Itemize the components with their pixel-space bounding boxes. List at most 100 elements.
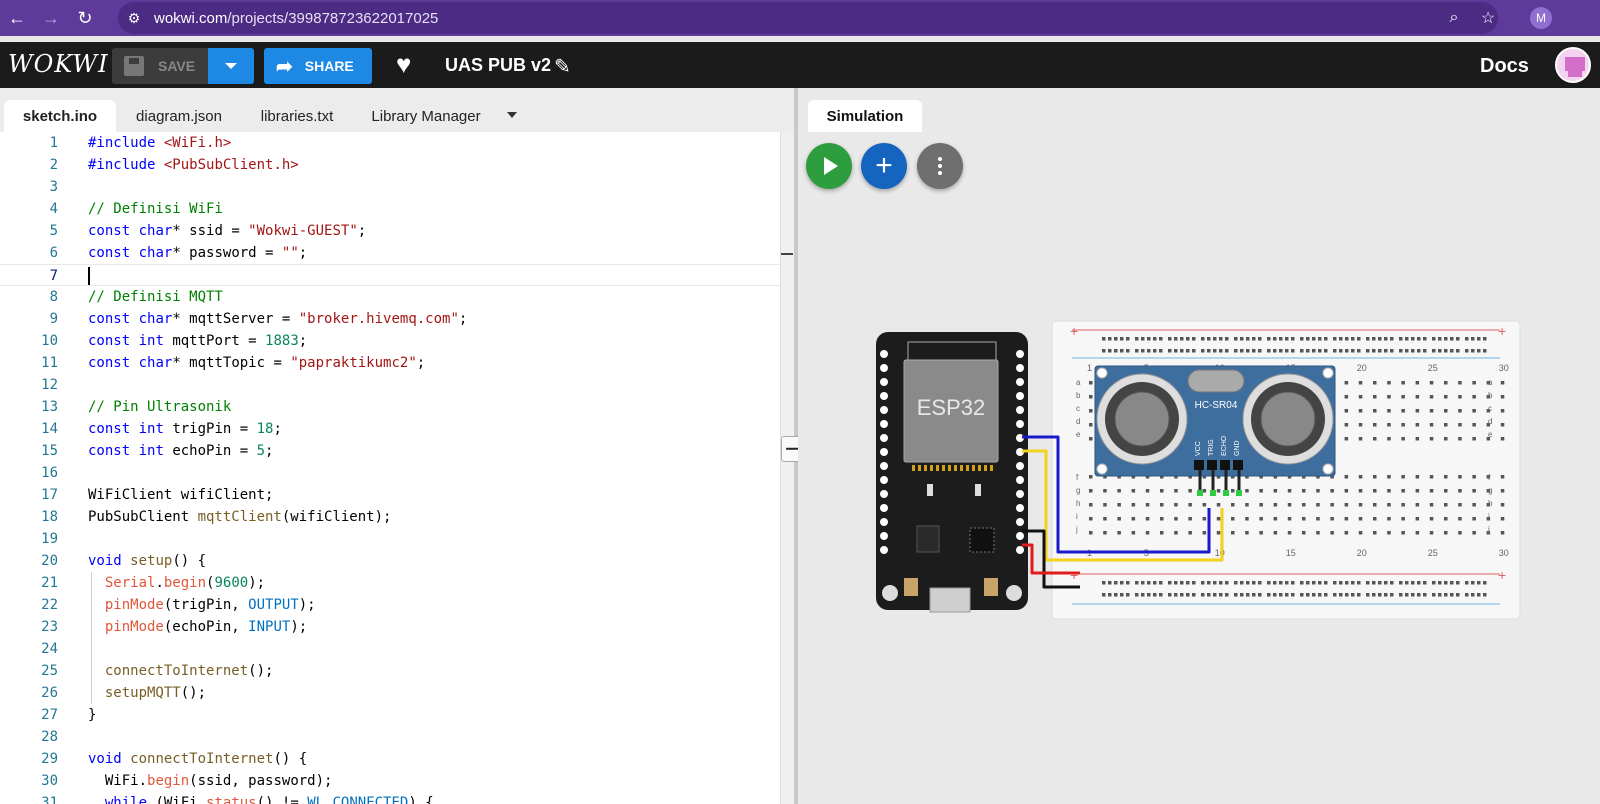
breadboard-hole bbox=[1153, 349, 1157, 353]
code-text[interactable]: WiFi.begin(ssid, password); bbox=[88, 770, 333, 792]
breadboard-hole bbox=[1145, 531, 1150, 535]
code-text[interactable]: while (WiFi.status() != WL_CONNECTED) { bbox=[88, 792, 434, 804]
project-title[interactable]: UAS PUB v2 bbox=[445, 55, 551, 76]
breadboard-hole bbox=[1415, 437, 1420, 441]
code-text[interactable]: pinMode(trigPin, OUTPUT); bbox=[88, 594, 316, 616]
hc-sr04-sensor[interactable]: HC-SR04 VCC TRIG ECHO GND bbox=[1094, 365, 1336, 496]
code-line[interactable]: 1 #include <WiFi.h> bbox=[0, 132, 794, 154]
forward-icon[interactable]: → bbox=[34, 0, 68, 36]
header-pin bbox=[1016, 490, 1024, 498]
code-text[interactable]: void connectToInternet() { bbox=[88, 748, 307, 770]
tabs-menu-chevron-icon[interactable] bbox=[507, 112, 517, 118]
code-line[interactable]: 9 const char* mqttServer = "broker.hivemq… bbox=[0, 308, 794, 330]
code-text[interactable]: // Pin Ultrasonik bbox=[88, 396, 231, 418]
code-text[interactable]: const int echoPin = 5; bbox=[88, 440, 273, 462]
code-line[interactable]: 26 setupMQTT(); bbox=[0, 682, 794, 704]
code-line[interactable]: 20 void setup() { bbox=[0, 550, 794, 572]
code-text[interactable]: setupMQTT(); bbox=[88, 682, 206, 704]
bookmark-star-icon[interactable]: ☆ bbox=[1472, 0, 1504, 36]
code-line[interactable]: 18 PubSubClient mqttClient(wifiClient); bbox=[0, 506, 794, 528]
code-line[interactable]: 4 // Definisi WiFi bbox=[0, 198, 794, 220]
heart-icon[interactable]: ♥ bbox=[396, 51, 411, 77]
line-number: 4 bbox=[49, 201, 58, 217]
code-line[interactable]: 24 bbox=[0, 638, 794, 660]
code-text[interactable]: const char* mqttServer = "broker.hivemq.… bbox=[88, 308, 467, 330]
tab-libraries-txt[interactable]: libraries.txt bbox=[246, 100, 348, 132]
code-editor[interactable]: 1 #include <WiFi.h> 2 #include <PubSubClien… bbox=[0, 132, 794, 804]
circuit-canvas[interactable]: ++++aabbccddeeffgghhiijj1155101015152020… bbox=[798, 88, 1600, 804]
code-line[interactable]: 25 connectToInternet(); bbox=[0, 660, 794, 682]
code-line[interactable]: 27} bbox=[0, 704, 794, 726]
address-bar[interactable]: ⚙ wokwi.com/projects/399878723622017025 bbox=[118, 2, 1498, 34]
code-text[interactable]: PubSubClient mqttClient(wifiClient); bbox=[88, 506, 391, 528]
tab-sketch-ino[interactable]: sketch.ino bbox=[4, 100, 116, 132]
code-text[interactable]: // Definisi WiFi bbox=[88, 198, 223, 220]
code-line[interactable]: 7 bbox=[0, 264, 794, 286]
esp32-board[interactable]: ESP32 bbox=[876, 332, 1028, 613]
code-line[interactable]: 8 // Definisi MQTT bbox=[0, 286, 794, 308]
header-pin bbox=[1016, 392, 1024, 400]
code-text[interactable]: #include <PubSubClient.h> bbox=[88, 154, 299, 176]
code-text[interactable]: Serial.begin(9600); bbox=[88, 572, 265, 594]
code-text[interactable]: pinMode(echoPin, INPUT); bbox=[88, 616, 307, 638]
wokwi-logo[interactable]: WOKWI bbox=[8, 50, 109, 78]
save-dropdown-button[interactable] bbox=[208, 48, 254, 84]
code-text[interactable]: const char* ssid = "Wokwi-GUEST"; bbox=[88, 220, 366, 242]
code-text[interactable]: const int trigPin = 18; bbox=[88, 418, 282, 440]
code-text[interactable]: const int mqttPort = 1883; bbox=[88, 330, 307, 352]
pencil-icon[interactable]: ✎ bbox=[554, 54, 571, 79]
code-line[interactable]: 3 bbox=[0, 176, 794, 198]
tab-diagram-json[interactable]: diagram.json bbox=[122, 100, 236, 132]
browser-profile-avatar[interactable]: M bbox=[1530, 7, 1552, 29]
code-line[interactable]: 21 Serial.begin(9600); bbox=[0, 572, 794, 594]
code-line[interactable]: 5 const char* ssid = "Wokwi-GUEST"; bbox=[0, 220, 794, 242]
code-line[interactable]: 6 const char* password = ""; bbox=[0, 242, 794, 264]
code-text[interactable]: const char* mqttTopic = "papraktikumc2"; bbox=[88, 352, 425, 374]
back-icon[interactable]: ← bbox=[0, 0, 34, 36]
code-line[interactable]: 11 const char* mqttTopic = "papraktikumc2… bbox=[0, 352, 794, 374]
url-text[interactable]: wokwi.com/projects/399878723622017025 bbox=[154, 10, 438, 27]
code-line[interactable]: 19 bbox=[0, 528, 794, 550]
code-line[interactable]: 10 const int mqttPort = 1883; bbox=[0, 330, 794, 352]
code-text[interactable]: #include <WiFi.h> bbox=[88, 132, 231, 154]
code-line[interactable]: 28 bbox=[0, 726, 794, 748]
code-text[interactable]: // Definisi MQTT bbox=[88, 286, 223, 308]
breadboard-hole bbox=[1318, 349, 1322, 353]
code-line[interactable]: 17 WiFiClient wifiClient; bbox=[0, 484, 794, 506]
code-line[interactable]: 23 pinMode(echoPin, INPUT); bbox=[0, 616, 794, 638]
chip-pin bbox=[930, 465, 933, 471]
breadboard-hole bbox=[1279, 581, 1283, 585]
code-line[interactable]: 15 const int echoPin = 5; bbox=[0, 440, 794, 462]
code-line[interactable]: 30 WiFi.begin(ssid, password); bbox=[0, 770, 794, 792]
site-settings-icon[interactable]: ⚙ bbox=[118, 10, 150, 27]
share-button[interactable]: ➦ SHARE bbox=[264, 48, 372, 84]
code-text[interactable]: } bbox=[88, 704, 96, 726]
user-avatar[interactable] bbox=[1555, 47, 1591, 83]
code-line[interactable]: 31 while (WiFi.status() != WL_CONNECTED)… bbox=[0, 792, 794, 804]
tab-library-manager[interactable]: Library Manager bbox=[356, 100, 496, 132]
breadboard-hole bbox=[1458, 475, 1462, 479]
breadboard-hole bbox=[1373, 503, 1377, 507]
code-line[interactable]: 16 bbox=[0, 462, 794, 484]
save-button[interactable]: SAVE bbox=[112, 48, 208, 84]
code-text[interactable]: connectToInternet(); bbox=[88, 660, 274, 682]
breadboard-hole bbox=[1366, 581, 1370, 585]
mounting-hole bbox=[1322, 463, 1334, 475]
breadboard-hole bbox=[1240, 593, 1244, 597]
code-line[interactable]: 29 void connectToInternet() { bbox=[0, 748, 794, 770]
code-text[interactable]: void setup() { bbox=[88, 550, 206, 572]
code-line[interactable]: 13 // Pin Ultrasonik bbox=[0, 396, 794, 418]
breadboard-hole bbox=[1387, 381, 1391, 385]
code-line[interactable]: 14 const int trigPin = 18; bbox=[0, 418, 794, 440]
reload-icon[interactable]: ↻ bbox=[68, 0, 102, 36]
code-line[interactable]: 12 bbox=[0, 374, 794, 396]
zoom-icon[interactable]: ⌕ bbox=[1438, 0, 1470, 36]
breadboard-hole bbox=[1444, 395, 1448, 399]
code-text[interactable]: WiFiClient wifiClient; bbox=[88, 484, 273, 506]
code-text[interactable]: const char* password = ""; bbox=[88, 242, 307, 264]
line-number: 12 bbox=[41, 377, 58, 393]
code-line[interactable]: 2 #include <PubSubClient.h> bbox=[0, 154, 794, 176]
editor-scrollbar[interactable] bbox=[780, 132, 794, 804]
docs-link[interactable]: Docs bbox=[1480, 55, 1529, 78]
code-line[interactable]: 22 pinMode(trigPin, OUTPUT); bbox=[0, 594, 794, 616]
